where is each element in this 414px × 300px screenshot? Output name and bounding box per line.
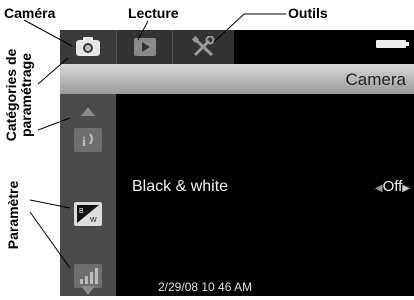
bw-icon-w: W (90, 217, 97, 224)
tab-camera[interactable] (60, 30, 116, 64)
annotation-camera: Caméra (4, 5, 56, 21)
annotation-categories-line1: Catégories de (3, 48, 19, 142)
setting-value-selector[interactable]: ◀Off▶ (375, 178, 410, 195)
value-right-arrow-icon[interactable]: ▶ (402, 183, 410, 194)
camera-icon (76, 37, 100, 56)
scroll-up-arrow-icon[interactable] (74, 98, 102, 122)
setting-label[interactable]: Black & white (132, 178, 228, 196)
annotation-lecture: Lecture (128, 5, 179, 21)
bw-icon-b: B (79, 208, 84, 215)
camera-screen: Camera i B W Black & white ◀Off▶ 2/29/08… (60, 30, 414, 296)
annotation-categories-line2: paramétrage (18, 52, 34, 138)
annotation-outils: Outils (288, 5, 328, 21)
header-bar: Camera (60, 64, 414, 94)
scroll-down-arrow-icon[interactable] (74, 276, 102, 300)
annotation-parametre: Paramètre (5, 180, 21, 250)
page-title: Camera (345, 70, 406, 89)
info-signal-icon[interactable]: i (74, 128, 102, 152)
tab-playback[interactable] (116, 30, 172, 64)
timestamp: 2/29/08 10 46 AM (158, 280, 253, 294)
value-left-arrow-icon[interactable]: ◀ (375, 183, 383, 194)
tab-tools[interactable] (172, 30, 234, 64)
annotation-categories: Catégories de paramétrage (3, 35, 34, 155)
tools-icon (191, 36, 214, 57)
black-white-icon[interactable]: B W (74, 202, 102, 226)
settings-category-column: i B W (60, 94, 116, 296)
battery-icon (376, 40, 409, 48)
svg-text:i: i (82, 135, 86, 150)
play-icon (133, 38, 156, 56)
setting-value: Off (382, 178, 403, 195)
